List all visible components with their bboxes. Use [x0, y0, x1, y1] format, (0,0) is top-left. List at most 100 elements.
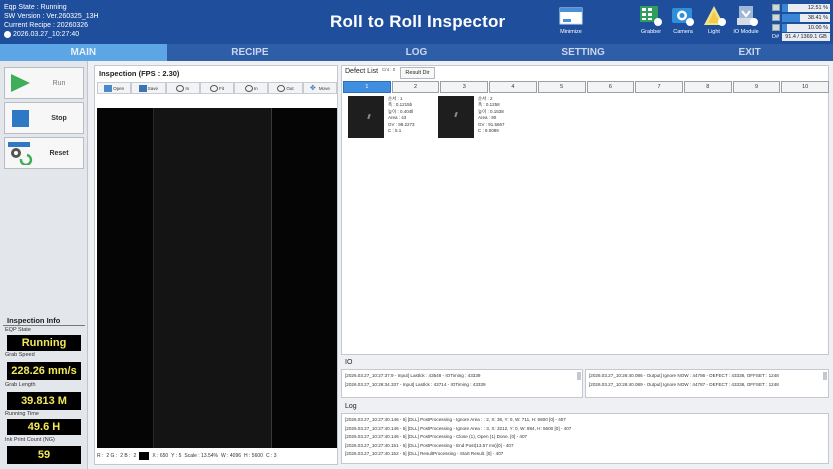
save-tool-label: Save	[147, 85, 159, 91]
log-line: [2026.03.27_10:27:40.146 - 5] [DLL] Post…	[345, 417, 566, 422]
play-icon	[5, 69, 35, 97]
status-h: H : 5600	[244, 453, 263, 459]
cpu-gauge: 12.51 %	[772, 3, 830, 12]
zoom-out-tool-label: Out	[286, 85, 294, 91]
io-input-log[interactable]: [2026.03.27_10:27:37:9 - Input] Lastlck …	[341, 369, 583, 398]
main-nav: MAIN RECIPE LOG SETTING EXIT	[0, 44, 833, 61]
run-button[interactable]: Run	[4, 67, 84, 99]
inspection-title: Inspection (FPS : 2.30)	[99, 69, 180, 78]
disk-usage: D# 91.4 / 1369.1 GB	[772, 33, 830, 41]
page-tab-10[interactable]: 10	[781, 81, 830, 93]
defect-meta: 순서 : 2 폭 : 0.1258 높이 : 0.1538 Area : 90 …	[478, 96, 505, 134]
save-icon	[138, 84, 147, 92]
gpu-gauge: 10.00 %	[772, 23, 830, 32]
status-w: W : 4096	[221, 453, 242, 459]
scrollbar[interactable]	[577, 372, 581, 380]
page-tab-7[interactable]: 7	[635, 81, 683, 93]
image-edge	[153, 108, 154, 448]
zoom-in-2-tool-button[interactable]: In	[234, 82, 269, 94]
stop-button[interactable]: Stop	[4, 102, 84, 134]
io-output-log[interactable]: [2026.03.27_10:26:40.086 - Output] Ignor…	[585, 369, 829, 398]
inspection-image-view[interactable]	[97, 108, 337, 448]
memory-gauge: 38.41 %	[772, 13, 830, 22]
datetime-line: 2026.03.27_10:27:40	[4, 30, 99, 39]
camera-button[interactable]: Camera	[668, 5, 698, 35]
defect-meta-line: C : 5.1	[388, 128, 402, 134]
gauge-fill	[782, 23, 787, 32]
tab-exit[interactable]: EXIT	[666, 44, 833, 61]
result-dir-button[interactable]: Result Dir	[400, 67, 435, 79]
zoom-in-tool-button[interactable]: In	[165, 82, 200, 94]
page-tab-4[interactable]: 4	[489, 81, 537, 93]
log-output[interactable]: [2026.03.27_10:27:40.146 - 5] [DLL] Post…	[341, 413, 829, 464]
defect-image	[438, 96, 474, 138]
camera-icon	[671, 5, 695, 27]
io-line: [2026.03.27_10:26:34.337 - Input] Lastlc…	[345, 381, 486, 387]
sw-version-line: SW Version : Ver.260325_13H	[4, 13, 99, 20]
grabber-button[interactable]: Grabber	[636, 5, 666, 35]
page-tab-6[interactable]: 6	[586, 81, 635, 93]
zoom-in-icon	[176, 84, 185, 92]
scrollbar[interactable]	[823, 372, 827, 380]
io-module-button[interactable]: IO Module	[731, 5, 761, 35]
running-time-value: 49.6 H	[7, 419, 81, 435]
io-line: [2026.03.27_10:26:40.089 - Output] Ignor…	[589, 381, 779, 387]
zoom-in-tool-label: In	[185, 85, 190, 91]
save-tool-button[interactable]: Save	[131, 82, 166, 94]
ink-print-value: 59	[7, 446, 81, 464]
zoom-out-icon	[277, 84, 286, 92]
stop-label: Stop	[51, 114, 67, 122]
gpu-value: 10.00 %	[807, 24, 828, 31]
defect-list-panel: Defect List Cnt : 0 Result Dir 1 2 3 4 5…	[341, 65, 830, 355]
page-tab-8[interactable]: 8	[683, 81, 732, 93]
minimize-button[interactable]: Minimize	[556, 5, 586, 35]
divider	[3, 325, 85, 326]
grab-length-value: 39.813 M	[7, 392, 81, 410]
tab-log[interactable]: LOG	[333, 44, 500, 61]
status-scale: Scale : 13.54%	[184, 453, 219, 459]
page-tab-3[interactable]: 3	[440, 81, 489, 93]
status-x: X : 650	[152, 453, 169, 459]
page-tab-2[interactable]: 2	[391, 81, 440, 93]
current-recipe-line: Current Recipe : 20260326	[4, 22, 89, 29]
defect-count: Cnt : 0	[382, 67, 396, 72]
defect-image	[348, 96, 384, 138]
defect-meta-line: 폭 : 0.1215b	[388, 102, 413, 108]
app-title: Roll to Roll Inspector	[330, 12, 506, 31]
page-tab-5[interactable]: 5	[537, 81, 586, 93]
open-tool-label: Open	[113, 85, 125, 91]
defect-item[interactable]: 순서 : 1 폭 : 0.1215b 높이 : 0.404ll Area : 4…	[345, 95, 431, 139]
fit-tool-label: Fit	[218, 85, 224, 91]
zoom-in-2-tool-label: In	[253, 85, 258, 91]
io-module-label: IO Module	[733, 29, 759, 35]
reset-button[interactable]: Reset	[4, 137, 84, 169]
defect-item[interactable]: 순서 : 2 폭 : 0.1258 높이 : 0.1538 Area : 90 …	[435, 95, 521, 139]
resource-gauges: 12.51 % 38.41 % 10.00 % D# 91.4 / 1369.1…	[772, 3, 830, 41]
tab-recipe[interactable]: RECIPE	[167, 44, 334, 61]
datetime-value: 2026.03.27_10:27:40	[13, 31, 80, 38]
log-title: Log	[345, 403, 357, 410]
tab-main[interactable]: MAIN	[0, 44, 167, 61]
move-tool-button[interactable]: ✥ Move	[302, 82, 337, 94]
defect-list-title: Defect List	[345, 68, 379, 75]
disk-label: D#	[772, 34, 780, 40]
page-tab-1[interactable]: 1	[343, 81, 391, 93]
gauge-fill	[782, 3, 788, 12]
light-button[interactable]: Light	[699, 5, 729, 35]
page-tab-9[interactable]: 9	[732, 81, 781, 93]
run-label: Run	[52, 79, 66, 87]
move-icon: ✥	[309, 84, 316, 92]
status-b: 2 B :	[120, 453, 131, 459]
zoom-out-tool-button[interactable]: Out	[268, 82, 303, 94]
fit-tool-button[interactable]: Fit	[199, 82, 235, 94]
left-panel: Run Stop Reset Inspection Info EQP State…	[0, 61, 88, 469]
status-g: 2 G :	[106, 453, 118, 459]
clock-icon	[4, 31, 11, 38]
status-y: Y : 5	[171, 453, 182, 459]
top-header: Eqp State : Running SW Version : Ver.260…	[0, 0, 833, 44]
log-line: [2026.03.27_10:27:40.146 - 5] [DLL] Post…	[345, 425, 572, 431]
eqp-state-value: Running	[7, 335, 81, 351]
open-tool-button[interactable]: Open	[97, 82, 132, 94]
memory-value: 38.41 %	[807, 14, 828, 21]
tab-setting[interactable]: SETTING	[500, 44, 667, 61]
